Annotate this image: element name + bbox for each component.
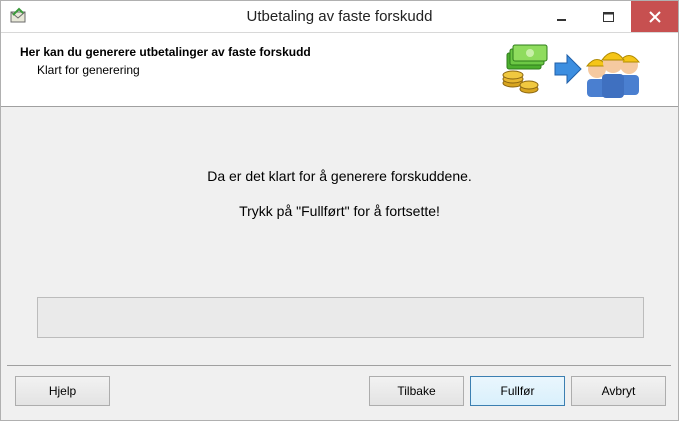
- right-arrow-icon: [554, 53, 582, 85]
- progress-bar: [37, 297, 644, 338]
- workers-icon: [585, 52, 641, 98]
- back-button[interactable]: Tilbake: [369, 376, 464, 406]
- ready-message: Da er det klart for å generere forskudde…: [207, 168, 472, 184]
- title-bar[interactable]: Utbetaling av faste forskudd: [1, 1, 678, 32]
- header-subtitle: Klart for generering: [37, 63, 140, 77]
- wizard-content: Da er det klart for å generere forskudde…: [1, 106, 678, 366]
- footer-divider: [7, 365, 671, 366]
- money-to-workers-illustration: [502, 44, 641, 98]
- close-button[interactable]: [631, 1, 678, 32]
- money-stack-icon: [502, 44, 548, 94]
- maximize-button[interactable]: [585, 1, 631, 32]
- cancel-button[interactable]: Avbryt: [571, 376, 666, 406]
- minimize-button[interactable]: [539, 1, 585, 32]
- help-button[interactable]: Hjelp: [15, 376, 110, 406]
- close-icon: [648, 10, 661, 23]
- header-title: Her kan du generere utbetalinger av fast…: [20, 45, 311, 59]
- minimize-icon: [557, 18, 566, 21]
- instruction-message: Trykk på "Fullført" for å fortsette!: [239, 203, 440, 219]
- wizard-window: Utbetaling av faste forskudd Her kan du …: [0, 0, 679, 421]
- finish-button[interactable]: Fullfør: [470, 376, 565, 406]
- wizard-header: Her kan du generere utbetalinger av fast…: [1, 32, 678, 107]
- maximize-icon: [602, 11, 614, 22]
